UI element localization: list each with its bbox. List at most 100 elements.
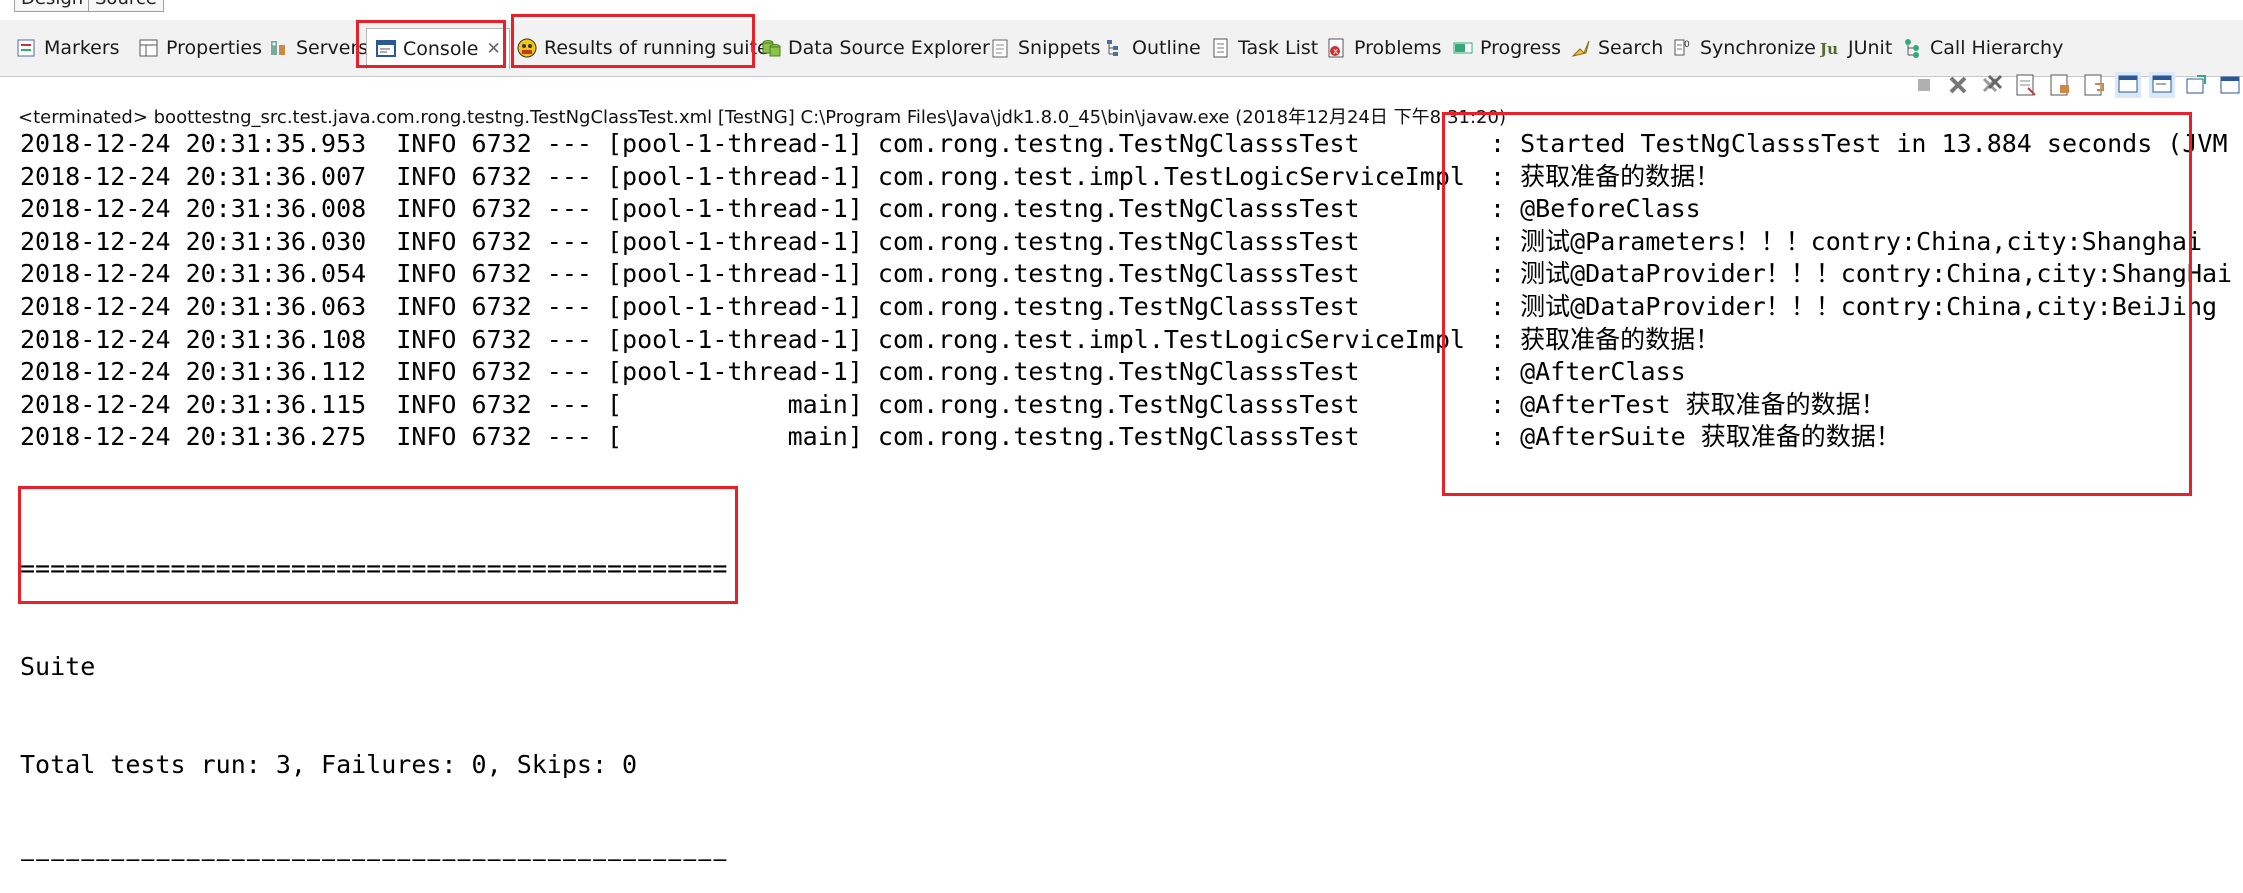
outline-icon [1104, 37, 1126, 59]
tab-label: Markers [44, 37, 120, 59]
tab-label: Results of running suite [544, 37, 769, 59]
svg-text:x: x [1333, 47, 1339, 57]
log-source: 2018-12-24 20:31:36.063 INFO 6732 --- [p… [20, 291, 1360, 321]
call-hierarchy-icon [1902, 37, 1924, 59]
view-tab-bar: Markers Properties Servers Console ✕ Res… [0, 20, 2243, 77]
console-log-line: 2018-12-24 20:31:36.030 INFO 6732 --- [p… [20, 226, 2243, 259]
console-log-line: 2018-12-24 20:31:36.007 INFO 6732 --- [p… [20, 161, 2243, 194]
tab-label: Console [403, 38, 479, 60]
remove-launch-icon[interactable] [1945, 72, 1971, 98]
tab-label: Search [1598, 37, 1664, 59]
tab-label: Problems [1354, 37, 1442, 59]
tab-servers[interactable]: Servers [268, 30, 368, 66]
console-status-line: <terminated> boottestng_src.test.java.co… [18, 107, 1506, 128]
console-log-line: 2018-12-24 20:31:36.054 INFO 6732 --- [p… [20, 258, 2243, 291]
log-message: : 测试@Parameters！！！contry:China,city:Shan… [1490, 226, 2202, 256]
log-source: 2018-12-24 20:31:36.054 INFO 6732 --- [p… [20, 259, 1360, 289]
console-log-line: 2018-12-24 20:31:36.275 INFO 6732 --- [ … [20, 421, 2243, 454]
tab-console[interactable]: Console ✕ [366, 28, 510, 69]
tab-results-of-running-suite[interactable]: Results of running suite [516, 30, 769, 66]
markers-icon [16, 37, 38, 59]
console-log-line: 2018-12-24 20:31:36.063 INFO 6732 --- [p… [20, 291, 2243, 324]
tab-markers[interactable]: Markers [16, 30, 120, 66]
close-icon[interactable]: ✕ [486, 39, 500, 59]
scroll-lock-icon[interactable] [2047, 72, 2073, 98]
log-source: 2018-12-24 20:31:36.008 INFO 6732 --- [p… [20, 194, 1360, 224]
log-message: : 测试@DataProvider！！！contry:China,city:Be… [1490, 291, 2218, 321]
servers-icon [268, 37, 290, 59]
tab-label: Synchronize [1700, 37, 1816, 59]
log-source: 2018-12-24 20:31:35.953 INFO 6732 --- [p… [20, 129, 1360, 158]
tab-properties[interactable]: Properties [138, 30, 262, 66]
tab-label: JUnit [1848, 37, 1893, 59]
log-message: : 测试@DataProvider！！！contry:China,city:Sh… [1490, 259, 2233, 289]
tab-task-list[interactable]: Task List [1210, 30, 1318, 66]
task-list-icon [1210, 37, 1232, 59]
tab-label: Properties [166, 37, 263, 59]
console-icon [375, 38, 397, 60]
console-toolbar [1903, 70, 2243, 100]
tab-progress[interactable]: Progress [1452, 30, 1561, 66]
progress-icon [1452, 37, 1474, 59]
svg-text:0: 0 [1684, 40, 1690, 50]
summary-separator-bottom: ========================================… [20, 847, 727, 861]
tab-search[interactable]: Search [1570, 30, 1663, 66]
editor-mode-tabs: Design Source [0, 0, 2243, 14]
console-log-line: 2018-12-24 20:31:36.115 INFO 6732 --- [ … [20, 389, 2243, 422]
snippets-icon [990, 37, 1012, 59]
console-log-line: 2018-12-24 20:31:36.112 INFO 6732 --- [p… [20, 356, 2243, 389]
tab-label: Outline [1132, 37, 1201, 59]
summary-separator-top: ========================================… [20, 554, 728, 584]
display-selected-console-icon[interactable] [2149, 72, 2175, 98]
test-summary: ========================================… [20, 488, 727, 893]
tab-junit[interactable]: Ju JUnit [1818, 30, 1893, 66]
console-log-line: 2018-12-24 20:31:35.953 INFO 6732 --- [p… [20, 128, 2243, 161]
open-console-icon[interactable] [2183, 72, 2209, 98]
synchronize-icon: 0 [1672, 37, 1694, 59]
tab-synchronize[interactable]: 0 Synchronize [1672, 30, 1816, 66]
summary-suite-name: Suite [20, 651, 96, 681]
log-message: : Started TestNgClasssTest in 13.884 sec… [1490, 129, 2243, 158]
tab-label: Call Hierarchy [1930, 37, 2064, 59]
tab-call-hierarchy[interactable]: Call Hierarchy [1902, 30, 2063, 66]
source-tab[interactable]: Source [88, 0, 164, 12]
console-log-line: 2018-12-24 20:31:36.108 INFO 6732 --- [p… [20, 324, 2243, 357]
summary-totals: Total tests run: 3, Failures: 0, Skips: … [20, 749, 638, 779]
tab-label: Progress [1480, 37, 1562, 59]
log-source: 2018-12-24 20:31:36.115 INFO 6732 --- [ … [20, 389, 1360, 419]
tab-label: Snippets [1018, 37, 1101, 59]
console-log-line: 2018-12-24 20:31:36.008 INFO 6732 --- [p… [20, 193, 2243, 226]
pin-console-icon[interactable] [2115, 72, 2141, 98]
tab-outline[interactable]: Outline [1104, 30, 1201, 66]
terminate-icon[interactable] [1911, 72, 1937, 98]
log-message: : @AfterClass [1490, 357, 1686, 387]
log-message: : @AfterSuite 获取准备的数据！ [1490, 422, 1901, 452]
design-tab[interactable]: Design [14, 0, 91, 12]
tab-data-source-explorer[interactable]: Data Source Explorer [760, 30, 990, 66]
log-source: 2018-12-24 20:31:36.112 INFO 6732 --- [p… [20, 357, 1360, 387]
tab-problems[interactable]: x Problems [1326, 30, 1442, 66]
log-source: 2018-12-24 20:31:36.030 INFO 6732 --- [p… [20, 226, 1360, 256]
log-message: : @BeforeClass [1490, 194, 1701, 224]
properties-icon [138, 37, 160, 59]
tab-label: Task List [1238, 37, 1319, 59]
junit-icon: Ju [1818, 37, 1842, 59]
data-source-icon [760, 37, 782, 59]
clear-console-icon[interactable] [2013, 72, 2039, 98]
problems-icon: x [1326, 37, 1348, 59]
search-icon [1570, 37, 1592, 59]
tab-label: Data Source Explorer [788, 37, 990, 59]
tab-snippets[interactable]: Snippets [990, 30, 1101, 66]
word-wrap-icon[interactable] [2081, 72, 2107, 98]
log-source: 2018-12-24 20:31:36.007 INFO 6732 --- [p… [20, 161, 1465, 191]
log-message: : 获取准备的数据！ [1490, 161, 1721, 191]
tab-label: Servers [296, 37, 369, 59]
log-source: 2018-12-24 20:31:36.275 INFO 6732 --- [ … [20, 422, 1360, 452]
testng-icon [516, 37, 538, 59]
log-message: : @AfterTest 获取准备的数据！ [1490, 389, 1886, 419]
remove-all-terminated-icon[interactable] [1979, 72, 2005, 98]
new-console-icon[interactable] [2217, 72, 2243, 98]
log-message: : 获取准备的数据！ [1490, 324, 1721, 354]
svg-text:Ju: Ju [1820, 40, 1838, 58]
log-source: 2018-12-24 20:31:36.108 INFO 6732 --- [p… [20, 324, 1465, 354]
